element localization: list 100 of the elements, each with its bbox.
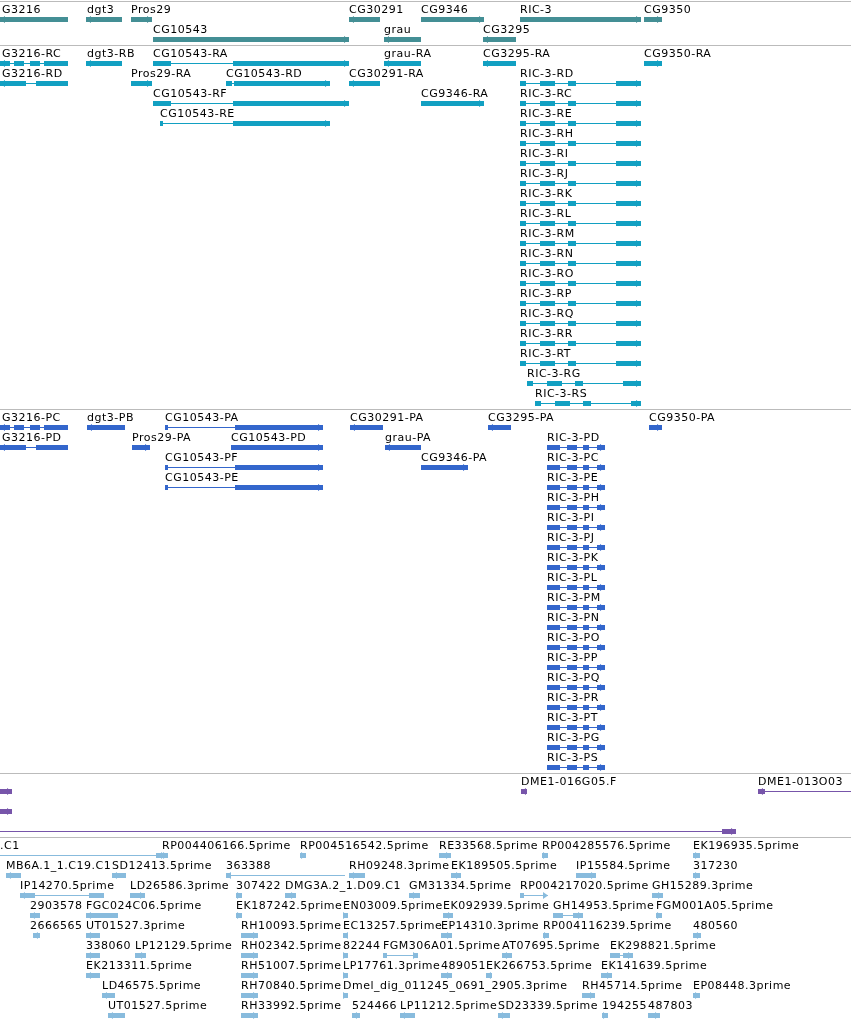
feature-label: RIC-3-RJ bbox=[520, 168, 569, 180]
feature-label: CG30291-RA bbox=[349, 68, 424, 80]
feature-label: RIC-3-PQ bbox=[547, 672, 600, 684]
feature-label: CG10543-PD bbox=[231, 432, 307, 444]
feature-label: UT01527.5prime bbox=[108, 1000, 208, 1012]
feature-label: LP11212.5prime bbox=[400, 1000, 498, 1012]
feature-label: CG10543-RF bbox=[153, 88, 228, 100]
feature-label: RIC-3-PN bbox=[547, 612, 600, 624]
feature-label: LP17761.3prime bbox=[343, 960, 441, 972]
feature-label: CG3295-PA bbox=[488, 412, 555, 424]
feature-label: CG10543-PF bbox=[165, 452, 239, 464]
feature-label: CG3295 bbox=[483, 24, 531, 36]
feature-label: RP004285576.5prime bbox=[542, 840, 671, 852]
feature-label: RIC-3-RD bbox=[520, 68, 574, 80]
feature-label: IP15584.5prime bbox=[576, 860, 671, 872]
feature-label: 480560 bbox=[693, 920, 738, 932]
feature-label: RIC-3-RS bbox=[535, 388, 588, 400]
feature-label: RP004516542.5prime bbox=[300, 840, 429, 852]
feature-label: G3216-RD bbox=[2, 68, 63, 80]
feature-label: CG30291 bbox=[349, 4, 404, 16]
feature-label: EP08448.3prime bbox=[693, 980, 792, 992]
feature-label: CG9346-PA bbox=[421, 452, 488, 464]
feature-label: 489051 bbox=[441, 960, 486, 972]
feature-label: EC13257.5prime bbox=[343, 920, 443, 932]
feature-label: CG9350-RA bbox=[644, 48, 712, 60]
feature-label: RH10093.5prime bbox=[241, 920, 342, 932]
feature-label: RIC-3-PL bbox=[547, 572, 598, 584]
feature-label: RP004406166.5prime bbox=[162, 840, 291, 852]
feature-label: RIC-3-RN bbox=[520, 248, 574, 260]
feature-label: RE33568.5prime bbox=[439, 840, 539, 852]
feature-label: EK092939.5prime bbox=[443, 900, 550, 912]
feature-label: RIC-3-PG bbox=[547, 732, 600, 744]
feature-label: EK196935.5prime bbox=[693, 840, 800, 852]
feature-label: CG10543-PE bbox=[165, 472, 239, 484]
feature-label: dgt3-RB bbox=[87, 48, 135, 60]
feature-label: DME1-016G05.F bbox=[521, 776, 617, 788]
feature-label: GH15289.3prime bbox=[652, 880, 754, 892]
feature-label: G3216-PD bbox=[2, 432, 62, 444]
feature-label: CG9350 bbox=[644, 4, 692, 16]
feature-label: RIC-3-PH bbox=[547, 492, 600, 504]
feature-label: Pros29-RA bbox=[131, 68, 192, 80]
feature-label: RIC-3-RK bbox=[520, 188, 573, 200]
feature-label: RIC-3-PT bbox=[547, 712, 598, 724]
feature-label: RIC-3-PJ bbox=[547, 532, 595, 544]
feature-label: 524466 bbox=[352, 1000, 397, 1012]
feature-label: EK298821.5prime bbox=[610, 940, 717, 952]
feature-label: CG30291-PA bbox=[350, 412, 424, 424]
feature-label: RIC-3-PR bbox=[547, 692, 599, 704]
feature-label: RIC-3-PM bbox=[547, 592, 601, 604]
feature-label: 82244 bbox=[343, 940, 381, 952]
feature-label: 2903578 bbox=[30, 900, 83, 912]
feature-label: 487803 bbox=[648, 1000, 693, 1012]
feature-label: RH33992.5prime bbox=[241, 1000, 342, 1012]
feature-label: Dmel_dig_011245_0691_2905.3prime bbox=[343, 980, 568, 992]
feature-label: RH02342.5prime bbox=[241, 940, 342, 952]
feature-label: grau bbox=[384, 24, 412, 36]
feature-label: RIC-3-PE bbox=[547, 472, 599, 484]
feature-label: RIC-3-RH bbox=[520, 128, 574, 140]
feature-label: RIC-3 bbox=[520, 4, 553, 16]
feature-label: MB6A.1_1.C19.C1 bbox=[6, 860, 112, 872]
feature-label: dgt3 bbox=[87, 4, 115, 16]
feature-label: dgt3-PB bbox=[87, 412, 134, 424]
feature-label: grau-RA bbox=[384, 48, 432, 60]
feature-label: FGC024C06.5prime bbox=[86, 900, 202, 912]
feature-label: IP14270.5prime bbox=[20, 880, 115, 892]
feature-label: RIC-3-RQ bbox=[520, 308, 574, 320]
feature-label: G3216 bbox=[2, 4, 42, 16]
feature-label: EK213311.5prime bbox=[86, 960, 193, 972]
feature-label: RIC-3-RP bbox=[520, 288, 572, 300]
feature-label: AT07695.5prime bbox=[502, 940, 600, 952]
feature-label: grau-PA bbox=[385, 432, 432, 444]
feature-label: 2666565 bbox=[30, 920, 83, 932]
feature-label: RIC-3-RR bbox=[520, 328, 573, 340]
feature-label: LD46575.5prime bbox=[102, 980, 202, 992]
feature-label: RH45714.5prime bbox=[582, 980, 683, 992]
feature-label: CG3295-RA bbox=[483, 48, 551, 60]
feature-label: GH14953.5prime bbox=[553, 900, 655, 912]
feature-label: RIC-3-RL bbox=[520, 208, 572, 220]
feature-label: RIC-3-PK bbox=[547, 552, 599, 564]
feature-label: CG10543-RE bbox=[160, 108, 235, 120]
feature-label: Pros29-PA bbox=[132, 432, 192, 444]
feature-label: 317230 bbox=[693, 860, 738, 872]
feature-label: EK187242.5prime bbox=[236, 900, 343, 912]
feature-label: RIC-3-RM bbox=[520, 228, 575, 240]
feature-label: RP004116239.5prime bbox=[543, 920, 672, 932]
feature-label: CG9346 bbox=[421, 4, 469, 16]
feature-label: EK189505.5prime bbox=[451, 860, 558, 872]
feature-label: RH09248.3prime bbox=[349, 860, 450, 872]
feature-label: CG10543-RA bbox=[153, 48, 228, 60]
feature-label: FGM001A05.5prime bbox=[656, 900, 774, 912]
feature-label: 194255 bbox=[602, 1000, 647, 1012]
feature-label: Pros29 bbox=[131, 4, 172, 16]
feature-label: CG10543-PA bbox=[165, 412, 239, 424]
feature-label: .C1 bbox=[0, 840, 20, 852]
feature-label: CG9350-PA bbox=[649, 412, 716, 424]
feature-label: SD23339.5prime bbox=[498, 1000, 598, 1012]
feature-label: FGM306A01.5prime bbox=[383, 940, 501, 952]
feature-label: RIC-3-PS bbox=[547, 752, 599, 764]
feature-label: EK141639.5prime bbox=[601, 960, 708, 972]
feature-label: DME1-013O03 bbox=[758, 776, 844, 788]
